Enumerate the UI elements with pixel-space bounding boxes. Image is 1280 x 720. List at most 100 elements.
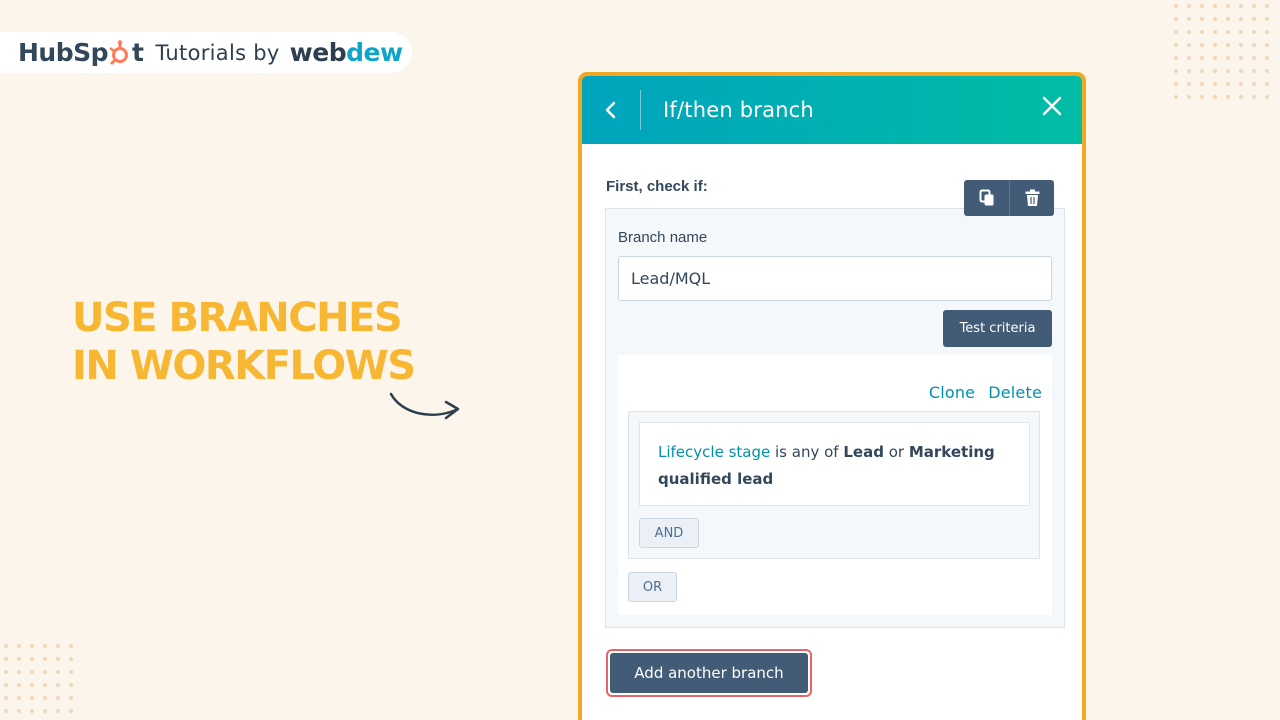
- brand-header: HubSp t Tutorials by web dew: [0, 32, 412, 73]
- decorative-dot: [69, 644, 73, 648]
- decorative-dot: [56, 683, 60, 687]
- decorative-dot: [1174, 95, 1178, 99]
- decorative-dot: [30, 670, 34, 674]
- decorative-dot: [56, 696, 60, 700]
- decorative-dot: [1239, 95, 1243, 99]
- criteria-area: Clone Delete Lifecycle stage is any of L…: [618, 355, 1052, 615]
- panel-title: If/then branch: [663, 98, 814, 122]
- decorative-dot: [1213, 30, 1217, 34]
- branch-name-input[interactable]: [618, 256, 1052, 301]
- decorative-dot: [1226, 56, 1230, 60]
- decorative-dot: [1252, 17, 1256, 21]
- decorative-dot: [43, 670, 47, 674]
- chevron-left-icon: [605, 101, 616, 119]
- hubspot-logo-text-start: HubSp: [18, 38, 109, 67]
- filter-condition[interactable]: Lifecycle stage is any of Lead or Market…: [639, 422, 1030, 506]
- decorative-dot: [1265, 30, 1269, 34]
- decorative-dot: [56, 670, 60, 674]
- decorative-dots-bottom-left: [0, 640, 80, 720]
- back-button[interactable]: [582, 76, 640, 144]
- decorative-dot: [1252, 30, 1256, 34]
- delete-branch-button[interactable]: [1009, 180, 1054, 216]
- hubspot-logo-text-end: t: [132, 38, 144, 67]
- decorative-dot: [1174, 82, 1178, 86]
- panel-header: If/then branch: [582, 76, 1082, 144]
- decorative-dot: [30, 709, 34, 713]
- decorative-dot: [30, 657, 34, 661]
- decorative-dot: [1252, 69, 1256, 73]
- decorative-dot: [1200, 43, 1204, 47]
- decorative-dot: [1265, 82, 1269, 86]
- headline-line-1: USE BRANCHES: [72, 295, 403, 341]
- decorative-dot: [17, 657, 21, 661]
- decorative-dot: [4, 696, 8, 700]
- decorative-dot: [43, 644, 47, 648]
- decorative-dot: [1200, 95, 1204, 99]
- decorative-dot: [1226, 30, 1230, 34]
- decorative-dot: [43, 696, 47, 700]
- decorative-dot: [1252, 82, 1256, 86]
- condition-property: Lifecycle stage: [658, 443, 771, 461]
- decorative-dot: [69, 683, 73, 687]
- decorative-dot: [1226, 69, 1230, 73]
- add-another-branch-button[interactable]: Add another branch: [610, 653, 808, 693]
- decorative-dot: [56, 709, 60, 713]
- decorative-dot: [1174, 17, 1178, 21]
- decorative-dot: [69, 709, 73, 713]
- decorative-dot: [1187, 17, 1191, 21]
- filter-group: Lifecycle stage is any of Lead or Market…: [628, 411, 1040, 559]
- clone-link[interactable]: Clone: [929, 383, 975, 402]
- decorative-dot: [1200, 30, 1204, 34]
- decorative-dot: [43, 709, 47, 713]
- headline-line-2: IN WORKFLOWS: [72, 343, 416, 389]
- decorative-dot: [1239, 17, 1243, 21]
- curved-arrow-icon: [389, 392, 460, 420]
- decorative-dot: [4, 644, 8, 648]
- decorative-dot: [1239, 56, 1243, 60]
- decorative-dot: [1226, 95, 1230, 99]
- decorative-dot: [1265, 4, 1269, 8]
- condition-operator: is any of: [775, 443, 839, 461]
- decorative-dot: [1174, 30, 1178, 34]
- condition-joiner: or: [888, 443, 905, 461]
- decorative-dot: [1187, 4, 1191, 8]
- decorative-dot: [17, 670, 21, 674]
- decorative-dot: [69, 696, 73, 700]
- hubspot-sprocket-icon: [109, 39, 129, 65]
- decorative-dot: [1213, 69, 1217, 73]
- decorative-dot: [1226, 4, 1230, 8]
- close-button[interactable]: [1040, 94, 1064, 118]
- and-button[interactable]: AND: [639, 518, 699, 548]
- decorative-dot: [1226, 43, 1230, 47]
- decorative-dot: [1265, 43, 1269, 47]
- decorative-dot: [1265, 69, 1269, 73]
- decorative-dot: [1226, 17, 1230, 21]
- copy-icon: [979, 189, 993, 206]
- decorative-dot: [4, 709, 8, 713]
- hubspot-logo: HubSp t: [18, 38, 144, 67]
- decorative-dot: [1252, 95, 1256, 99]
- decorative-dot: [1252, 56, 1256, 60]
- decorative-dot: [69, 670, 73, 674]
- decorative-dot: [1239, 4, 1243, 8]
- or-button[interactable]: OR: [628, 572, 677, 602]
- tutorials-by-label: Tutorials by: [155, 40, 280, 65]
- decorative-dot: [1239, 69, 1243, 73]
- decorative-dot: [1187, 69, 1191, 73]
- test-criteria-button[interactable]: Test criteria: [943, 310, 1052, 347]
- copy-branch-button[interactable]: [964, 180, 1009, 216]
- decorative-dot: [1213, 82, 1217, 86]
- decorative-dot: [1187, 82, 1191, 86]
- decorative-dot: [1187, 56, 1191, 60]
- first-check-label: First, check if:: [606, 178, 708, 195]
- webdew-logo-text-b: dew: [346, 38, 403, 67]
- header-divider: [640, 90, 641, 130]
- decorative-dot: [1174, 69, 1178, 73]
- decorative-dot: [1200, 82, 1204, 86]
- decorative-dot: [56, 644, 60, 648]
- decorative-dot: [17, 709, 21, 713]
- decorative-dot: [1187, 95, 1191, 99]
- decorative-dots-top-right: [1170, 0, 1280, 110]
- delete-link[interactable]: Delete: [988, 383, 1042, 402]
- close-icon: [1042, 96, 1062, 116]
